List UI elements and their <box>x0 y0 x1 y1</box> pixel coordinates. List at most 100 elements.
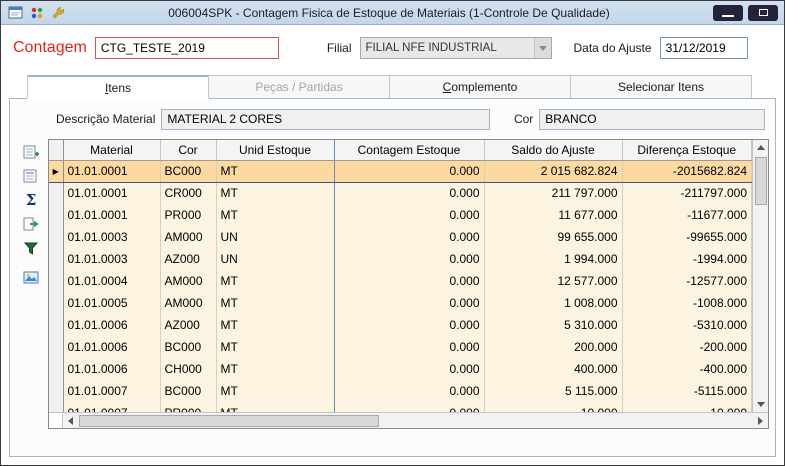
scroll-right-button[interactable] <box>753 413 768 428</box>
tab-selecionar-itens[interactable]: Selecionar Itens <box>571 75 752 99</box>
grid-cell[interactable]: 01.01.0001 <box>63 160 160 182</box>
grid-cell[interactable]: 10.000 <box>484 402 622 412</box>
grid-cell[interactable]: 01.01.0003 <box>63 248 160 270</box>
grid-cell[interactable]: -2015682.824 <box>622 160 752 182</box>
export-icon[interactable] <box>20 213 42 235</box>
grid-cell[interactable]: -11677.000 <box>622 204 752 226</box>
grid-cell[interactable]: -10.000 <box>622 402 752 412</box>
grid-cell[interactable]: 0.000 <box>334 226 484 248</box>
column-header-saldo-do-ajuste[interactable]: Saldo do Ajuste <box>484 140 622 160</box>
grid-cell[interactable]: 12 577.000 <box>484 270 622 292</box>
grid-cell[interactable]: 2 015 682.824 <box>484 160 622 182</box>
grid-cell[interactable]: MT <box>216 270 334 292</box>
grid-cell[interactable]: 0.000 <box>334 402 484 412</box>
table-row[interactable]: 01.01.0001PR000MT0.00011 677.000-11677.0… <box>49 204 752 226</box>
table-row[interactable]: 01.01.0003AM000UN0.00099 655.000-99655.0… <box>49 226 752 248</box>
minimize-button[interactable] <box>713 5 743 21</box>
grid-cell[interactable]: 1 008.000 <box>484 292 622 314</box>
grid-cell[interactable]: -1008.000 <box>622 292 752 314</box>
detail-list-icon[interactable] <box>20 165 42 187</box>
tab-pecas-partidas[interactable]: Peças / Partidas <box>209 75 390 99</box>
grid-cell[interactable]: 211 797.000 <box>484 182 622 204</box>
grid-cell[interactable]: 0.000 <box>334 204 484 226</box>
grid-cell[interactable]: MT <box>216 182 334 204</box>
grid-cell[interactable]: AZ000 <box>160 248 216 270</box>
vertical-scroll-thumb[interactable] <box>755 157 767 205</box>
grid-cell[interactable]: AM000 <box>160 270 216 292</box>
column-header-diferen-a-estoque[interactable]: Diferença Estoque <box>622 140 752 160</box>
grid-cell[interactable]: 0.000 <box>334 292 484 314</box>
grid-cell[interactable]: 01.01.0001 <box>63 182 160 204</box>
grid-cell[interactable]: 0.000 <box>334 182 484 204</box>
tab-complemento[interactable]: Complemento <box>390 75 571 99</box>
grid-cell[interactable]: CR000 <box>160 182 216 204</box>
grid-cell[interactable]: 01.01.0006 <box>63 336 160 358</box>
components-icon[interactable] <box>28 4 46 22</box>
grid-cell[interactable]: 11 677.000 <box>484 204 622 226</box>
vertical-scrollbar[interactable] <box>752 140 768 412</box>
grid-cell[interactable]: -400.000 <box>622 358 752 380</box>
add-row-icon[interactable] <box>20 141 42 163</box>
grid-cell[interactable]: AZ000 <box>160 314 216 336</box>
grid-cell[interactable]: UN <box>216 226 334 248</box>
table-row[interactable]: 01.01.0006AZ000MT0.0005 310.000-5310.000 <box>49 314 752 336</box>
grid-cell[interactable]: 1 994.000 <box>484 248 622 270</box>
grid-cell[interactable]: -5310.000 <box>622 314 752 336</box>
column-header-cor[interactable]: Cor <box>160 140 216 160</box>
chevron-down-icon[interactable] <box>534 38 551 58</box>
grid-cell[interactable]: 400.000 <box>484 358 622 380</box>
grid-cell[interactable]: 01.01.0003 <box>63 226 160 248</box>
grid-cell[interactable]: -99655.000 <box>622 226 752 248</box>
table-row[interactable]: 01.01.0005AM000MT0.0001 008.000-1008.000 <box>49 292 752 314</box>
scroll-down-button[interactable] <box>754 397 768 412</box>
grid-cell[interactable]: 01.01.0006 <box>63 314 160 336</box>
grid-cell[interactable]: PR000 <box>160 402 216 412</box>
grid-cell[interactable]: 99 655.000 <box>484 226 622 248</box>
filter-icon[interactable] <box>20 237 42 259</box>
grid-cell[interactable]: 200.000 <box>484 336 622 358</box>
grid-cell[interactable]: CH000 <box>160 358 216 380</box>
grid-cell[interactable]: -200.000 <box>622 336 752 358</box>
grid-cell[interactable]: -211797.000 <box>622 182 752 204</box>
sum-icon[interactable]: Σ <box>20 189 42 211</box>
descricao-material-field[interactable]: MATERIAL 2 CORES <box>161 109 490 130</box>
grid-cell[interactable]: BC000 <box>160 336 216 358</box>
grid-cell[interactable]: MT <box>216 336 334 358</box>
grid-cell[interactable]: 01.01.0006 <box>63 358 160 380</box>
grid-cell[interactable]: 0.000 <box>334 380 484 402</box>
cor-field[interactable]: BRANCO <box>539 109 765 130</box>
column-header-contagem-estoque[interactable]: Contagem Estoque <box>334 140 484 160</box>
horizontal-scroll-thumb[interactable] <box>79 415 379 427</box>
grid-cell[interactable]: 01.01.0007 <box>63 402 160 412</box>
contagem-input[interactable] <box>95 37 279 59</box>
grid-cell[interactable]: 01.01.0007 <box>63 380 160 402</box>
grid-cell[interactable]: MT <box>216 204 334 226</box>
grid-cell[interactable]: MT <box>216 402 334 412</box>
grid-cell[interactable]: BC000 <box>160 380 216 402</box>
data-ajuste-input[interactable] <box>660 37 748 59</box>
grid-cell[interactable]: AM000 <box>160 292 216 314</box>
grid-cell[interactable]: 01.01.0004 <box>63 270 160 292</box>
grid-cell[interactable]: BC000 <box>160 160 216 182</box>
scroll-up-button[interactable] <box>754 140 768 155</box>
table-row[interactable]: 01.01.0007BC000MT0.0005 115.000-5115.000 <box>49 380 752 402</box>
table-row[interactable]: 01.01.0003AZ000UN0.0001 994.000-1994.000 <box>49 248 752 270</box>
grid-cell[interactable]: MT <box>216 380 334 402</box>
column-header-material[interactable]: Material <box>63 140 160 160</box>
table-row[interactable]: 01.01.0006BC000MT0.000200.000-200.000 <box>49 336 752 358</box>
grid-cell[interactable]: 01.01.0005 <box>63 292 160 314</box>
grid-cell[interactable]: UN <box>216 248 334 270</box>
table-row[interactable]: 01.01.0007PR000MT0.00010.000-10.000 <box>49 402 752 412</box>
filial-combobox[interactable]: FILIAL NFE INDUSTRIAL <box>360 37 552 59</box>
grid-cell[interactable]: 5 115.000 <box>484 380 622 402</box>
grid-cell[interactable]: 0.000 <box>334 270 484 292</box>
grid-cell[interactable]: MT <box>216 314 334 336</box>
table-row[interactable]: 01.01.0004AM000MT0.00012 577.000-12577.0… <box>49 270 752 292</box>
grid-cell[interactable]: 0.000 <box>334 248 484 270</box>
grid-cell[interactable]: 0.000 <box>334 160 484 182</box>
grid-cell[interactable]: -12577.000 <box>622 270 752 292</box>
form-icon[interactable] <box>7 4 25 22</box>
column-header-unid-estoque[interactable]: Unid Estoque <box>216 140 334 160</box>
grid-cell[interactable]: -5115.000 <box>622 380 752 402</box>
scroll-left-button[interactable] <box>63 413 78 428</box>
